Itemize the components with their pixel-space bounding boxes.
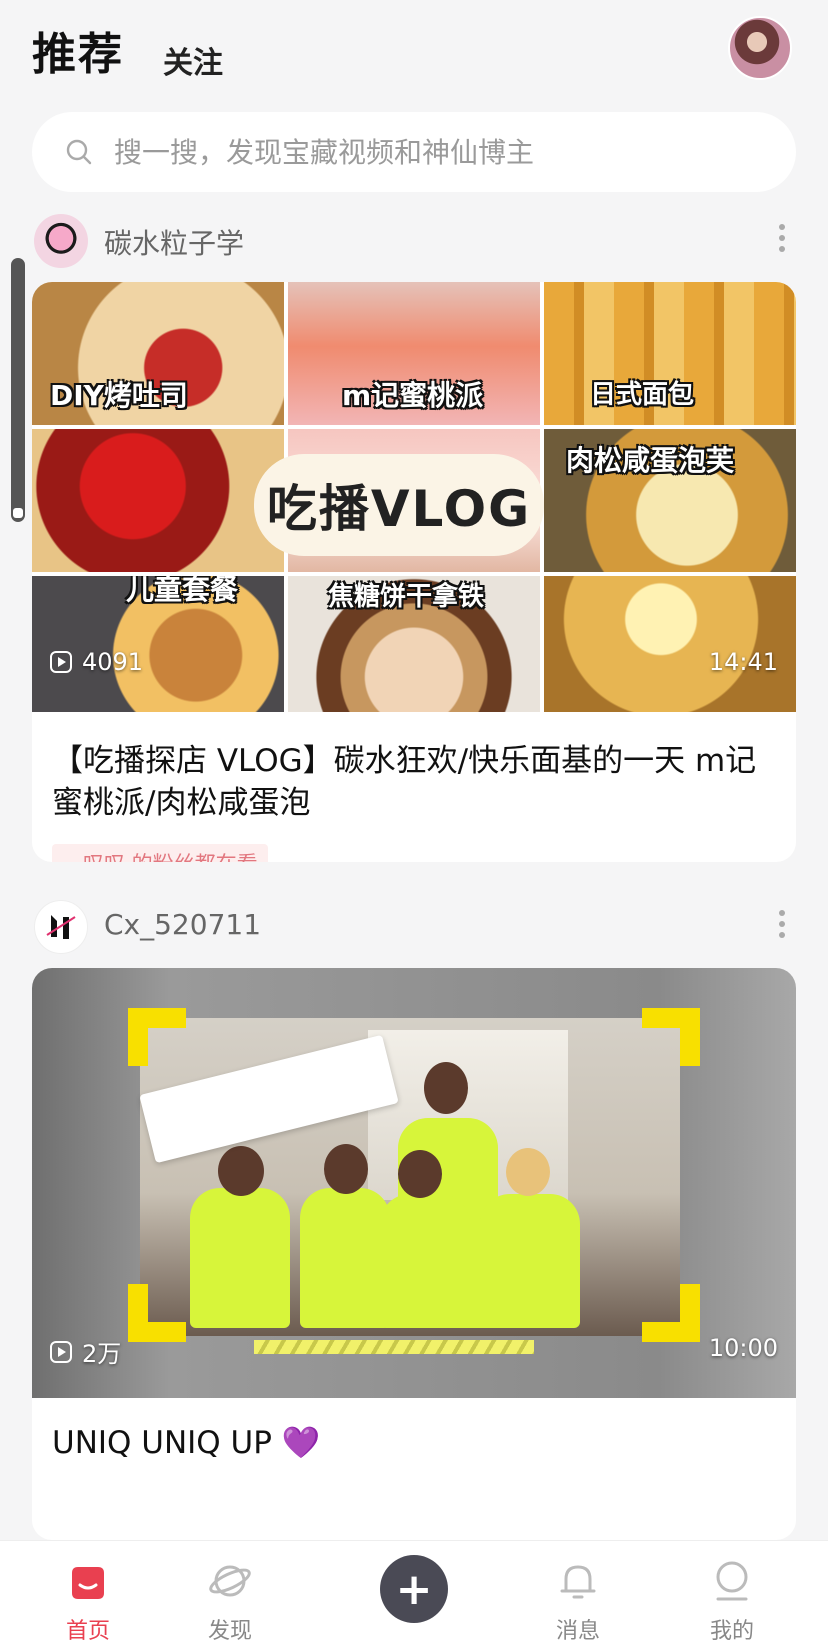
more-options-icon[interactable] xyxy=(772,224,792,256)
video-duration: 10:00 xyxy=(708,1334,778,1362)
cover-label: 肉松咸蛋泡芙 xyxy=(566,444,735,477)
user-avatar[interactable] xyxy=(728,16,792,80)
cover-label: DIY烤吐司 xyxy=(50,379,188,412)
video-cover[interactable]: DIY烤吐司 m记蜜桃派 日式面包 肉松咸蛋泡芙 儿童套餐 焦糖饼干拿铁 吃播V… xyxy=(32,282,796,712)
play-count: 4091 xyxy=(50,648,143,676)
fan-tag: __叹叹 的粉丝都在看 xyxy=(52,844,268,862)
author-name[interactable]: 碳水粒子学 xyxy=(104,222,244,262)
cover-person xyxy=(300,1188,390,1328)
more-options-icon[interactable] xyxy=(772,910,792,942)
tab-home[interactable]: 首页 xyxy=(28,1541,148,1648)
tab-recommend[interactable]: 推荐 xyxy=(32,18,124,82)
post-author-row[interactable]: Cx_520711 xyxy=(0,896,828,956)
frame-bracket xyxy=(128,1284,186,1342)
cover-person-head xyxy=(424,1062,468,1114)
tab-discover-label: 发现 xyxy=(207,1619,252,1644)
cover-person xyxy=(190,1188,290,1328)
cover-stripe xyxy=(254,1340,534,1354)
cover-person xyxy=(380,1194,470,1328)
video-cover[interactable]: 2万 10:00 xyxy=(32,968,796,1398)
tab-messages[interactable]: 消息 xyxy=(518,1541,638,1648)
top-header: 推荐 关注 xyxy=(0,0,828,100)
cover-cell: DIY烤吐司 xyxy=(32,282,284,425)
cover-cell: 焦糖饼干拿铁 xyxy=(288,576,540,712)
bell-icon xyxy=(560,1565,596,1599)
cover-person-head xyxy=(324,1144,368,1194)
author-avatar[interactable] xyxy=(34,900,88,954)
video-card[interactable]: DIY烤吐司 m记蜜桃派 日式面包 肉松咸蛋泡芙 儿童套餐 焦糖饼干拿铁 吃播V… xyxy=(32,282,796,862)
cover-person-head xyxy=(506,1148,550,1196)
home-icon xyxy=(72,1567,104,1599)
play-count-icon xyxy=(50,1340,72,1363)
frame-bracket xyxy=(642,1008,700,1066)
profile-icon xyxy=(716,1561,748,1601)
video-card[interactable]: 2万 10:00 UNIQ UNIQ UP 💜 xyxy=(32,968,796,1540)
frame-bracket xyxy=(128,1008,186,1066)
cover-cell xyxy=(544,576,796,712)
add-button[interactable]: + xyxy=(380,1555,448,1623)
cover-label: m记蜜桃派 xyxy=(342,379,484,412)
search-input[interactable] xyxy=(114,112,754,192)
cover-person xyxy=(480,1194,580,1328)
search-bar[interactable] xyxy=(32,112,796,192)
tab-mine[interactable]: 我的 xyxy=(672,1541,792,1648)
cover-badge: 吃播VLOG xyxy=(254,454,544,556)
tab-home-label: 首页 xyxy=(65,1619,110,1644)
author-name[interactable]: Cx_520711 xyxy=(104,908,261,941)
cover-label: 焦糖饼干拿铁 xyxy=(328,582,485,612)
tab-mine-label: 我的 xyxy=(709,1619,754,1644)
video-title[interactable]: 【吃播探店 VLOG】碳水狂欢/快乐面基的一天 m记蜜桃派/肉松咸蛋泡 xyxy=(32,740,796,824)
scrollbar[interactable] xyxy=(11,258,25,522)
cover-label: 日式面包 xyxy=(590,380,695,410)
cover-cell: 儿童套餐 xyxy=(32,576,284,712)
cover-cell: m记蜜桃派 xyxy=(288,282,540,425)
cover-person-head xyxy=(398,1150,442,1198)
post-author-row[interactable]: 碳水粒子学 xyxy=(0,210,828,270)
cover-cell: 日式面包 xyxy=(544,282,796,425)
video-duration: 14:41 xyxy=(708,648,778,676)
frame-bracket xyxy=(642,1284,700,1342)
planet-icon xyxy=(209,1565,251,1597)
tab-messages-label: 消息 xyxy=(555,1619,600,1644)
author-avatar[interactable] xyxy=(34,214,88,268)
cover-person-head xyxy=(218,1146,264,1196)
play-count-value: 2万 xyxy=(82,1340,122,1368)
video-title[interactable]: UNIQ UNIQ UP 💜 xyxy=(32,1422,796,1464)
play-count-value: 4091 xyxy=(82,648,144,676)
search-icon xyxy=(66,139,92,165)
cover-label: 儿童套餐 xyxy=(126,576,239,606)
play-count: 2万 xyxy=(50,1334,121,1369)
cover-cell: 肉松咸蛋泡芙 xyxy=(544,429,796,572)
play-count-icon xyxy=(50,651,72,673)
brand-logo-icon xyxy=(46,915,76,939)
bottom-tab-bar: 首页 发现 + 消息 我的 xyxy=(0,1540,828,1648)
tab-discover[interactable]: 发现 xyxy=(170,1541,290,1648)
tab-follow[interactable]: 关注 xyxy=(163,38,223,82)
cover-photo xyxy=(140,1018,680,1336)
cover-cell xyxy=(32,429,284,572)
